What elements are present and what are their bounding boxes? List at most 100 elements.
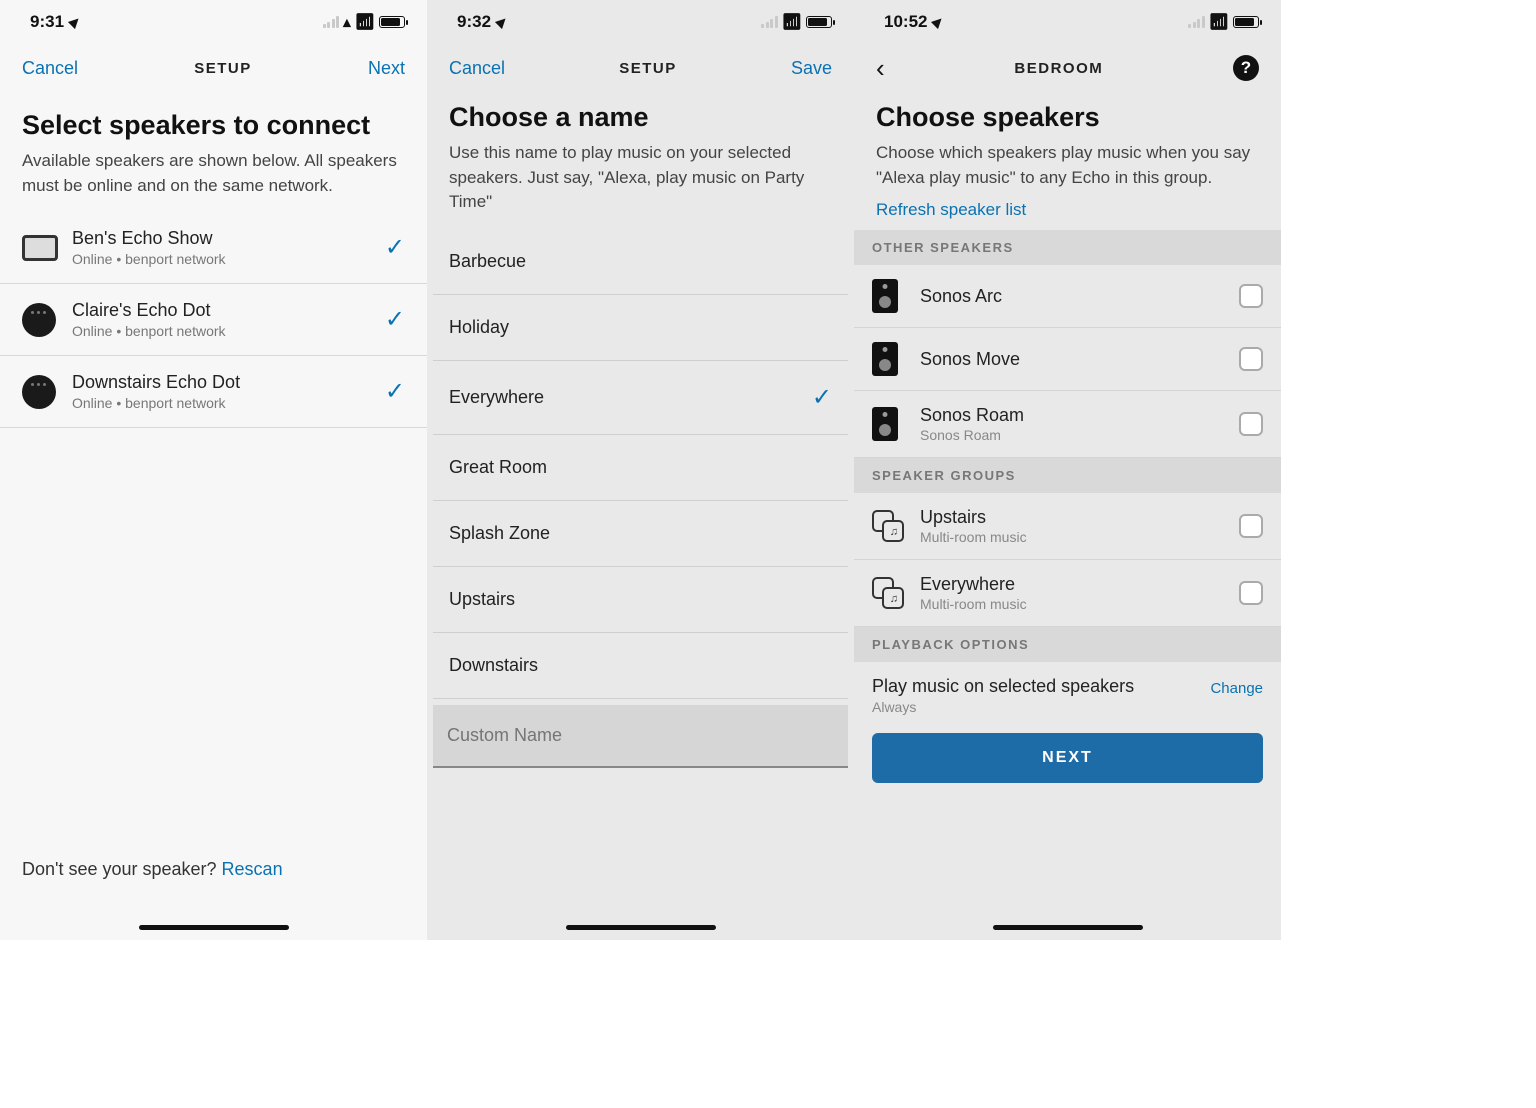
group-sub: Multi-room music — [920, 529, 1239, 545]
battery-icon — [379, 16, 405, 28]
dot-icon — [22, 375, 56, 409]
rescan-link[interactable]: Rescan — [222, 859, 283, 879]
dot-icon — [22, 303, 56, 337]
checkbox[interactable] — [1239, 581, 1263, 605]
name-label: Splash Zone — [449, 523, 550, 544]
speaker-sub: Sonos Roam — [920, 427, 1239, 443]
status-time: 9:32 — [457, 12, 491, 32]
name-option[interactable]: Splash Zone — [433, 501, 848, 567]
speaker-row[interactable]: Ben's Echo Show Online • benport network… — [0, 212, 427, 284]
nav-title: BEDROOM — [1014, 60, 1103, 77]
footer-prompt: Don't see your speaker? Rescan — [0, 859, 427, 880]
checkbox[interactable] — [1239, 514, 1263, 538]
save-button[interactable]: Save — [791, 58, 832, 79]
speaker-icon — [872, 342, 898, 376]
section-speaker-groups: SPEAKER GROUPS — [854, 458, 1281, 493]
page-title: Choose a name — [427, 92, 854, 141]
screen-choose-speakers: 10:52 📶︎ ‹ BEDROOM ? Choose speakers Cho… — [854, 0, 1281, 940]
group-sub: Multi-room music — [920, 596, 1239, 612]
status-bar: 9:31 ▴︎ 📶︎ — [0, 0, 427, 44]
group-icon: ♫ — [872, 577, 904, 609]
next-button[interactable]: NEXT — [872, 733, 1263, 783]
checkbox[interactable] — [1239, 347, 1263, 371]
name-label: Great Room — [449, 457, 547, 478]
name-option[interactable]: Downstairs — [433, 633, 848, 699]
home-indicator — [566, 925, 716, 930]
group-name: Everywhere — [920, 574, 1239, 595]
speaker-status: Online • benport network — [72, 251, 385, 267]
nav-bar: ‹ BEDROOM ? — [854, 44, 1281, 92]
playback-option-row[interactable]: Play music on selected speakers Always C… — [854, 662, 1281, 733]
name-option[interactable]: Holiday — [433, 295, 848, 361]
name-option[interactable]: Upstairs — [433, 567, 848, 633]
speaker-row[interactable]: Claire's Echo Dot Online • benport netwo… — [0, 284, 427, 356]
location-icon — [495, 15, 509, 29]
group-row[interactable]: ♫ Upstairs Multi-room music — [854, 493, 1281, 560]
name-label: Downstairs — [449, 655, 538, 676]
location-icon — [931, 15, 945, 29]
page-subtitle: Use this name to play music on your sele… — [427, 141, 854, 229]
location-icon — [68, 15, 82, 29]
refresh-link[interactable]: Refresh speaker list — [854, 196, 1048, 230]
speaker-name: Ben's Echo Show — [72, 228, 385, 249]
page-subtitle: Available speakers are shown below. All … — [0, 149, 427, 212]
speaker-row[interactable]: Sonos Arc — [854, 265, 1281, 328]
wifi-icon: 📶︎ — [1209, 12, 1229, 32]
change-link[interactable]: Change — [1210, 680, 1263, 697]
speaker-icon — [872, 407, 898, 441]
screen-select-speakers: 9:31 ▴︎ 📶︎ Cancel SETUP Next Select spea… — [0, 0, 427, 940]
speaker-row[interactable]: Downstairs Echo Dot Online • benport net… — [0, 356, 427, 428]
signal-icon — [323, 16, 340, 28]
checkbox[interactable] — [1239, 412, 1263, 436]
speaker-icon — [872, 279, 898, 313]
signal-icon — [1188, 16, 1205, 28]
speaker-row[interactable]: Sonos Move — [854, 328, 1281, 391]
wifi-icon: 📶︎ — [782, 12, 802, 32]
status-bar: 9:32 📶︎ — [427, 0, 854, 44]
name-option[interactable]: Barbecue — [433, 229, 848, 295]
group-icon: ♫ — [872, 510, 904, 542]
page-subtitle: Choose which speakers play music when yo… — [854, 141, 1281, 196]
nav-title: SETUP — [194, 60, 252, 77]
section-other-speakers: OTHER SPEAKERS — [854, 230, 1281, 265]
page-title: Select speakers to connect — [0, 92, 427, 149]
help-button[interactable]: ? — [1233, 55, 1259, 81]
screen-choose-name: 9:32 📶︎ Cancel SETUP Save Choose a name … — [427, 0, 854, 940]
cancel-button[interactable]: Cancel — [449, 58, 505, 79]
home-indicator — [139, 925, 289, 930]
playback-title: Play music on selected speakers — [872, 676, 1134, 697]
cancel-button[interactable]: Cancel — [22, 58, 78, 79]
speaker-row[interactable]: Sonos Roam Sonos Roam — [854, 391, 1281, 458]
nav-bar: Cancel SETUP Save — [427, 44, 854, 92]
check-icon: ✓ — [385, 305, 405, 334]
speaker-name: Downstairs Echo Dot — [72, 372, 385, 393]
group-name: Upstairs — [920, 507, 1239, 528]
name-label: Holiday — [449, 317, 509, 338]
back-button[interactable]: ‹ — [876, 53, 885, 84]
battery-icon — [806, 16, 832, 28]
custom-name-input[interactable] — [433, 705, 848, 768]
nav-bar: Cancel SETUP Next — [0, 44, 427, 92]
signal-icon — [761, 16, 778, 28]
tablet-icon — [22, 235, 58, 261]
nav-title: SETUP — [619, 60, 677, 77]
playback-subtitle: Always — [872, 699, 1134, 715]
check-icon: ✓ — [385, 233, 405, 262]
name-option[interactable]: Great Room — [433, 435, 848, 501]
check-icon: ✓ — [812, 383, 832, 412]
check-icon: ✓ — [385, 377, 405, 406]
speaker-name: Claire's Echo Dot — [72, 300, 385, 321]
speaker-status: Online • benport network — [72, 323, 385, 339]
next-button[interactable]: Next — [368, 58, 405, 79]
wifi-icon: ▴︎ — [343, 13, 351, 31]
battery-icon — [1233, 16, 1259, 28]
checkbox[interactable] — [1239, 284, 1263, 308]
name-option[interactable]: Everywhere✓ — [433, 361, 848, 435]
group-row[interactable]: ♫ Everywhere Multi-room music — [854, 560, 1281, 627]
speaker-name: Sonos Roam — [920, 405, 1239, 426]
wifi-icon: 📶︎ — [355, 12, 375, 32]
speaker-name: Sonos Arc — [920, 286, 1239, 307]
name-label: Barbecue — [449, 251, 526, 272]
page-title: Choose speakers — [854, 92, 1281, 141]
status-time: 10:52 — [884, 12, 927, 32]
